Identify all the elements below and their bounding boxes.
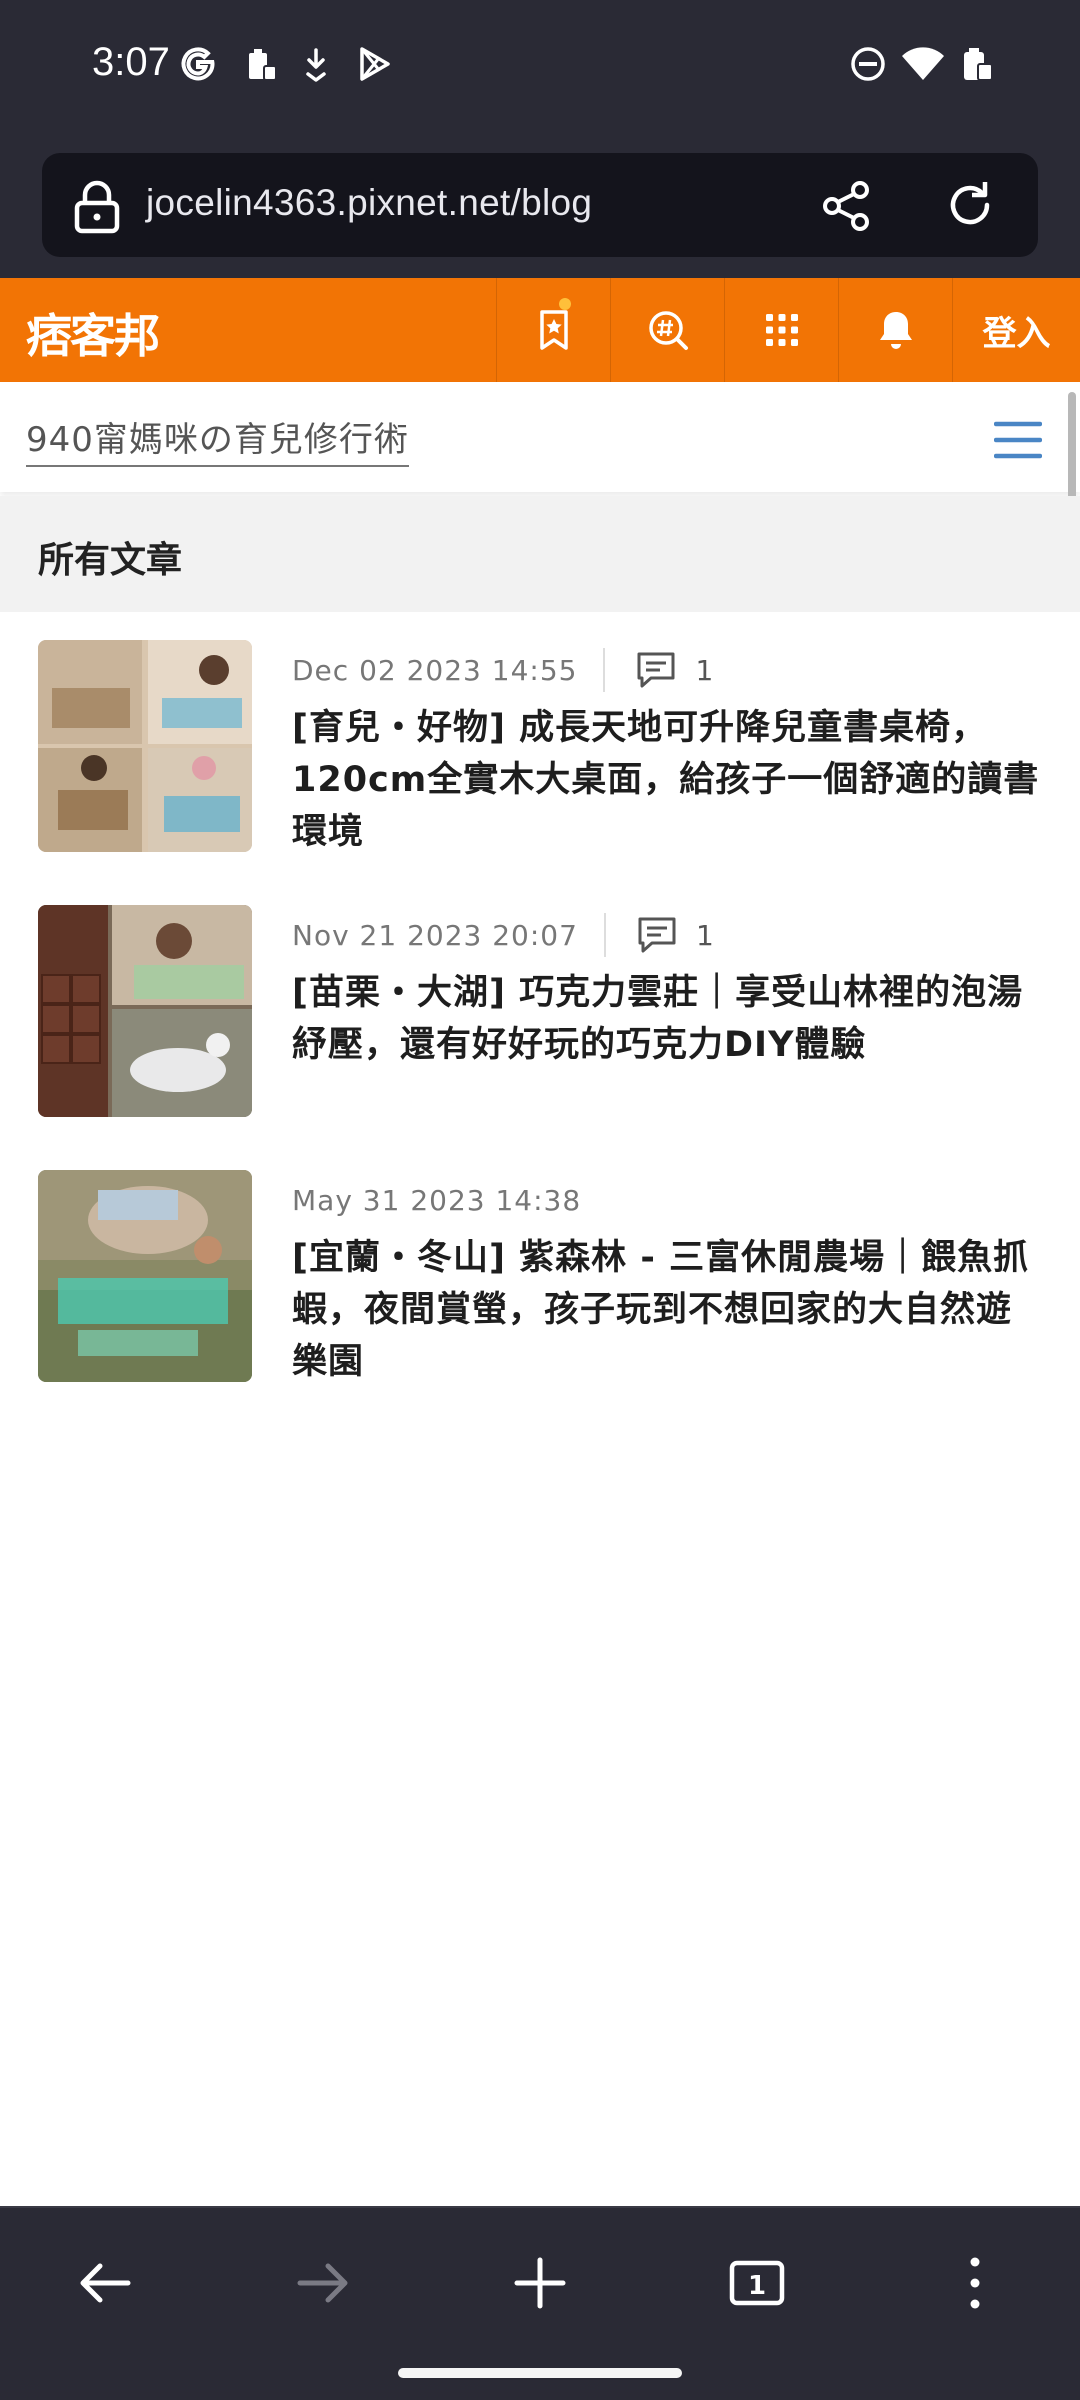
forward-icon[interactable] [290, 2250, 356, 2316]
comment-count: 1 [695, 653, 714, 687]
play-store-icon [354, 44, 394, 84]
post-thumbnail[interactable] [38, 905, 252, 1117]
tab-count: 1 [748, 2271, 766, 2301]
section-title: 所有文章 [38, 540, 183, 581]
tab-switcher-button[interactable]: 1 [724, 2250, 790, 2316]
download-icon [296, 44, 336, 84]
home-indicator[interactable] [398, 2368, 682, 2378]
post-meta: May 31 2023 14:38 [292, 1176, 581, 1224]
blog-header: 940甯媽咪の育兒修行術 [0, 382, 1080, 492]
share-icon[interactable] [820, 179, 874, 233]
hashtag-search-button[interactable] [610, 278, 724, 382]
post-title[interactable]: [苗栗・大湖] 巧克力雲莊｜享受山林裡的泡湯紓壓，還有好好玩的巧克力DIY體驗 [292, 967, 1044, 1071]
post-meta: Dec 02 2023 14:55 1 [292, 646, 713, 694]
comment-count: 1 [695, 918, 714, 952]
hamburger-menu-icon[interactable] [993, 420, 1043, 460]
status-time: 3:07 [92, 40, 170, 84]
post-title[interactable]: [宜蘭・冬山] 紫森林 - 三富休閒農場｜餵魚抓蝦，夜間賞螢，孩子玩到不想回家的… [292, 1232, 1044, 1388]
wifi-icon [900, 44, 946, 84]
comment-icon [635, 650, 677, 690]
bell-icon [879, 312, 912, 349]
apps-grid-icon [765, 314, 798, 346]
back-icon[interactable] [72, 2250, 138, 2316]
browser-toolbar: jocelin4363.pixnet.net/blog [0, 135, 1080, 278]
section-header: 所有文章 [0, 496, 1080, 612]
comment-icon [636, 915, 678, 955]
new-tab-icon[interactable] [507, 2250, 573, 2316]
address-bar[interactable]: jocelin4363.pixnet.net/blog [42, 153, 1038, 257]
pixnet-header: 痞客邦 登入 [0, 278, 1080, 382]
notifications-button[interactable] [838, 278, 952, 382]
login-button[interactable]: 登入 [952, 278, 1080, 382]
battery-icon [956, 44, 996, 84]
more-options-icon[interactable] [942, 2250, 1008, 2316]
notification-dot [559, 298, 571, 310]
scrollbar-thumb[interactable] [1068, 392, 1076, 502]
hashtag-search-icon [648, 311, 688, 350]
reload-icon[interactable] [942, 177, 998, 233]
pixnet-logo[interactable]: 痞客邦 [26, 300, 160, 366]
bookmark-button[interactable] [496, 278, 610, 382]
post-item[interactable]: Nov 21 2023 20:07 1 [苗栗・大湖] 巧克力雲莊｜享受山林裡的… [0, 905, 1080, 1135]
post-thumbnail[interactable] [38, 640, 252, 852]
post-item[interactable]: May 31 2023 14:38 [宜蘭・冬山] 紫森林 - 三富休閒農場｜餵… [0, 1170, 1080, 1400]
browser-bottom-toolbar: 1 [0, 2206, 1080, 2400]
post-meta: Nov 21 2023 20:07 1 [292, 911, 714, 959]
post-date: Nov 21 2023 20:07 [292, 918, 578, 952]
login-label: 登入 [982, 313, 1051, 354]
apps-grid-button[interactable] [724, 278, 838, 382]
google-g-icon [178, 44, 218, 84]
meta-divider [603, 913, 606, 957]
battery-saver-icon [240, 44, 280, 84]
post-title[interactable]: [育兒・好物] 成長天地可升降兒童書桌椅，120cm全實木大桌面，給孩子一個舒適… [292, 702, 1044, 858]
post-thumbnail[interactable] [38, 1170, 252, 1382]
dnd-icon [848, 44, 888, 84]
post-date: Dec 02 2023 14:55 [292, 653, 578, 687]
status-bar: 3:07 [0, 0, 1080, 135]
bookmark-star-icon [539, 310, 568, 350]
post-date: May 31 2023 14:38 [292, 1183, 582, 1217]
lock-icon[interactable] [72, 179, 122, 235]
meta-divider [603, 648, 606, 692]
url-text[interactable]: jocelin4363.pixnet.net/blog [146, 182, 592, 224]
post-item[interactable]: Dec 02 2023 14:55 1 [育兒・好物] 成長天地可升降兒童書桌椅… [0, 640, 1080, 870]
blog-title[interactable]: 940甯媽咪の育兒修行術 [26, 412, 409, 467]
